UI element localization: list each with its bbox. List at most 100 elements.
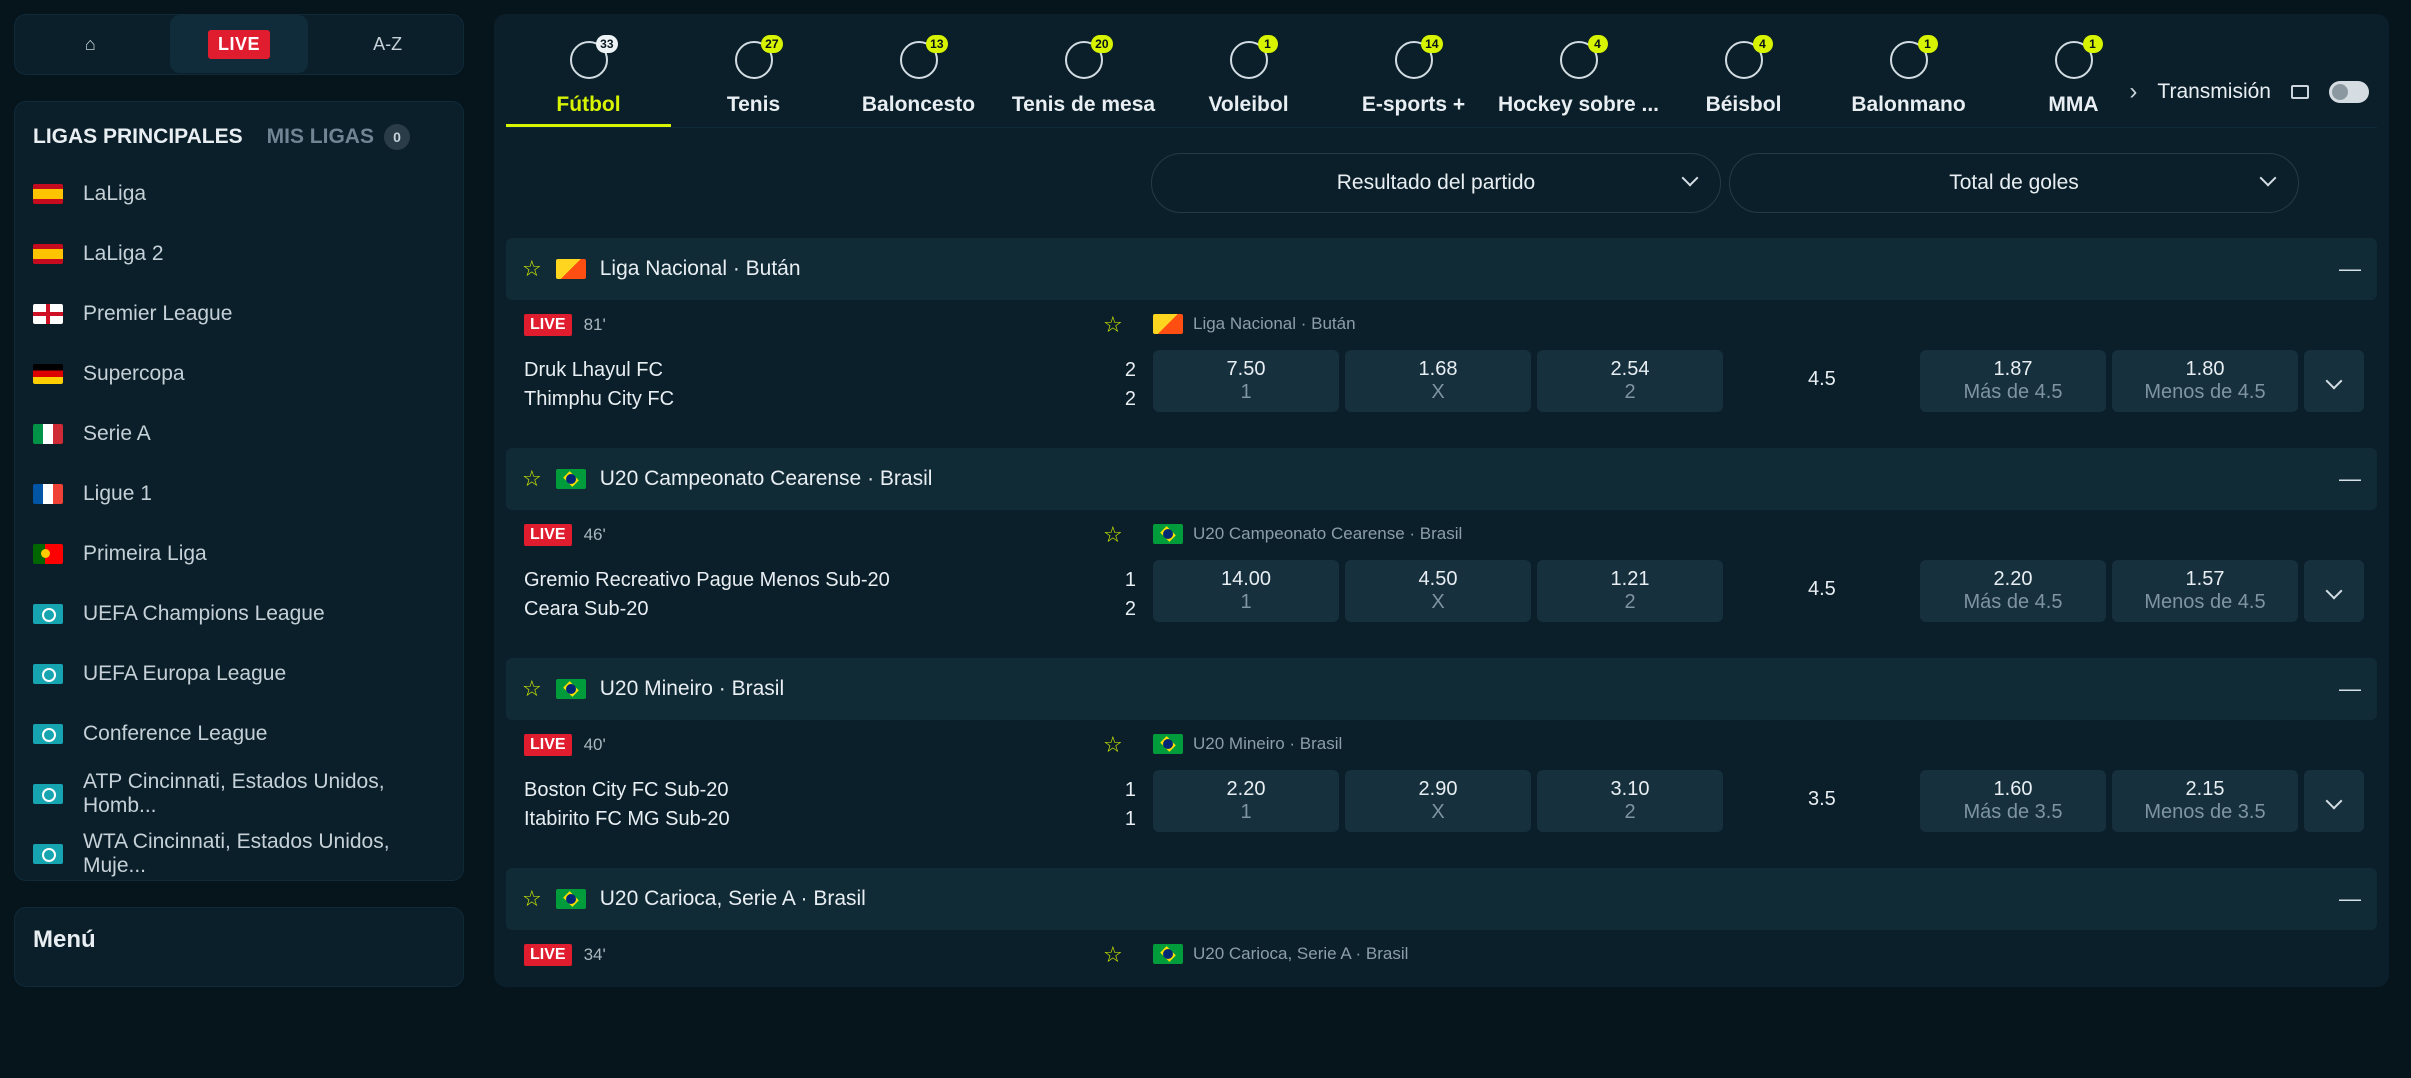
count-badge: 1	[2082, 35, 2103, 53]
main-leagues-tab[interactable]: LIGAS PRINCIPALES	[33, 125, 243, 149]
odd-value: 7.50	[1226, 358, 1266, 380]
sidebar-item-conference-league[interactable]: Conference League	[33, 704, 445, 764]
league-label: Primeira Liga	[83, 541, 207, 565]
count-badge: 1	[1257, 35, 1278, 53]
league-header[interactable]: ☆ U20 Carioca, Serie A · Brasil —	[506, 868, 2377, 930]
sidebar-item-atp-cincinnati[interactable]: ATP Cincinnati, Estados Unidos, Homb...	[33, 764, 445, 824]
chevron-down-icon[interactable]	[2304, 350, 2364, 412]
tab-futbol[interactable]: 33 Fútbol	[506, 13, 671, 127]
sidebar-item-laliga-2[interactable]: LaLiga 2	[33, 224, 445, 284]
tab-tenis-de-mesa[interactable]: 20 Tenis de mesa	[1001, 13, 1166, 127]
sidebar-item-laliga[interactable]: LaLiga	[33, 164, 445, 224]
stream-controls: › Transmisión	[2129, 78, 2369, 106]
star-icon[interactable]: ☆	[1103, 732, 1123, 758]
market-select-goals[interactable]: Total de goles	[1729, 153, 2299, 213]
basketball-icon: 13	[899, 35, 948, 79]
star-icon[interactable]: ☆	[1103, 312, 1123, 338]
sidebar-item-premier-league[interactable]: Premier League	[33, 284, 445, 344]
odd-under[interactable]: 2.15 Menos de 3.5	[2112, 770, 2298, 832]
collapse-icon[interactable]: —	[2339, 886, 2361, 912]
sidebar-item-champions-league[interactable]: UEFA Champions League	[33, 584, 445, 644]
odd-2[interactable]: 2.54 2	[1537, 350, 1723, 412]
tab-balonmano[interactable]: 1 Balonmano	[1826, 13, 1991, 127]
sidebar-item-europa-league[interactable]: UEFA Europa League	[33, 644, 445, 704]
match-minute: 34'	[583, 945, 606, 964]
star-icon[interactable]: ☆	[1103, 522, 1123, 548]
match-status: LIVE 81'	[524, 314, 606, 336]
market-select-label: Resultado del partido	[1336, 171, 1536, 194]
stream-toggle[interactable]	[2329, 81, 2369, 103]
sidebar-item-primeira-liga[interactable]: Primeira Liga	[33, 524, 445, 584]
sidebar-item-wta-cincinnati[interactable]: WTA Cincinnati, Estados Unidos, Muje...	[33, 824, 445, 884]
odd-over[interactable]: 2.20 Más de 4.5	[1920, 560, 2106, 622]
sport-label: E-sports +	[1361, 93, 1466, 116]
team-home: Boston City FC Sub-20	[524, 779, 729, 801]
league-label: Serie A	[83, 421, 151, 445]
odd-1[interactable]: 14.00 1	[1153, 560, 1339, 622]
league-mini-label: U20 Campeonato Cearense · Brasil	[1193, 524, 1463, 543]
collapse-icon[interactable]: —	[2339, 256, 2361, 282]
tab-esports[interactable]: 14 E-sports +	[1331, 13, 1496, 127]
league-label: LaLiga	[83, 181, 147, 205]
tab-mma[interactable]: 1 MMA	[1991, 13, 2156, 127]
team-away: Thimphu City FC	[524, 388, 675, 410]
market-select-result[interactable]: Resultado del partido	[1151, 153, 1721, 213]
home-button[interactable]: ⌂	[21, 15, 160, 73]
odd-value: 1.60	[1993, 778, 2033, 800]
odd-value: 2.20	[1226, 778, 1266, 800]
tab-beisbol[interactable]: 4 Béisbol	[1661, 13, 1826, 127]
star-icon[interactable]: ☆	[522, 676, 542, 702]
tab-hockey[interactable]: 4 Hockey sobre ...	[1496, 13, 1661, 127]
league-label: Ligue 1	[83, 481, 152, 505]
my-leagues-tab[interactable]: MIS LIGAS 0	[267, 123, 410, 150]
tab-tenis[interactable]: 27 Tenis	[671, 13, 836, 127]
star-icon[interactable]: ☆	[522, 256, 542, 282]
live-tag: LIVE	[524, 944, 572, 966]
league-header[interactable]: ☆ U20 Mineiro · Brasil —	[506, 658, 2377, 720]
odd-1[interactable]: 7.50 1	[1153, 350, 1339, 412]
sidebar-item-ligue-1[interactable]: Ligue 1	[33, 464, 445, 524]
odd-2[interactable]: 3.10 2	[1537, 770, 1723, 832]
teams: Gremio Recreativo Pague Menos Sub-20 Cear…	[524, 566, 890, 624]
odd-label: 2	[1624, 801, 1636, 823]
odd-value: 2.54	[1610, 358, 1650, 380]
chevron-down-icon[interactable]	[2304, 770, 2364, 832]
az-button[interactable]: A-Z	[318, 15, 457, 73]
league-mini-label: U20 Carioca, Serie A · Brasil	[1193, 944, 1409, 963]
odd-x[interactable]: 2.90 X	[1345, 770, 1531, 832]
my-leagues-count: 0	[383, 123, 410, 150]
star-icon[interactable]: ☆	[1103, 942, 1123, 968]
star-icon[interactable]: ☆	[522, 886, 542, 912]
league-header[interactable]: ☆ U20 Campeonato Cearense · Brasil —	[506, 448, 2377, 510]
league-mini: Liga Nacional · Bután	[1153, 314, 1356, 334]
odd-under[interactable]: 1.80 Menos de 4.5	[2112, 350, 2298, 412]
scores: 11	[1116, 776, 1136, 834]
sports-tabs: 33 Fútbol 27 Tenis 13 Baloncesto 20 Tenis de…	[506, 14, 2377, 128]
odd-under[interactable]: 1.57 Menos de 4.5	[2112, 560, 2298, 622]
odd-x[interactable]: 1.68 X	[1345, 350, 1531, 412]
league-header[interactable]: ☆ Liga Nacional · Bután —	[506, 238, 2377, 300]
odd-over[interactable]: 1.87 Más de 4.5	[1920, 350, 2106, 412]
sport-label: Fútbol	[556, 93, 621, 116]
odd-2[interactable]: 1.21 2	[1537, 560, 1723, 622]
chevron-down-icon[interactable]	[2304, 560, 2364, 622]
odd-x[interactable]: 4.50 X	[1345, 560, 1531, 622]
handball-icon: 1	[1889, 35, 1938, 79]
collapse-icon[interactable]: —	[2339, 676, 2361, 702]
sidebar: ⌂ LIVE A-Z LIGAS PRINCIPALES MIS LIGAS 0…	[14, 14, 464, 987]
globe-icon	[33, 783, 63, 804]
odd-1[interactable]: 2.20 1	[1153, 770, 1339, 832]
league-mini-label: U20 Mineiro · Brasil	[1193, 734, 1343, 753]
sidebar-item-serie-a[interactable]: Serie A	[33, 404, 445, 464]
az-label: A-Z	[373, 33, 403, 54]
odd-over[interactable]: 1.60 Más de 3.5	[1920, 770, 2106, 832]
sidebar-item-supercopa[interactable]: Supercopa	[33, 344, 445, 404]
tab-voleibol[interactable]: 1 Voleibol	[1166, 13, 1331, 127]
tab-baloncesto[interactable]: 13 Baloncesto	[836, 13, 1001, 127]
chevron-right-icon[interactable]: ›	[2129, 78, 2137, 106]
collapse-icon[interactable]: —	[2339, 466, 2361, 492]
menu-panel[interactable]: Menú	[14, 906, 464, 987]
star-icon[interactable]: ☆	[522, 466, 542, 492]
odd-label: X	[1431, 591, 1445, 613]
live-button[interactable]: LIVE	[169, 15, 309, 74]
